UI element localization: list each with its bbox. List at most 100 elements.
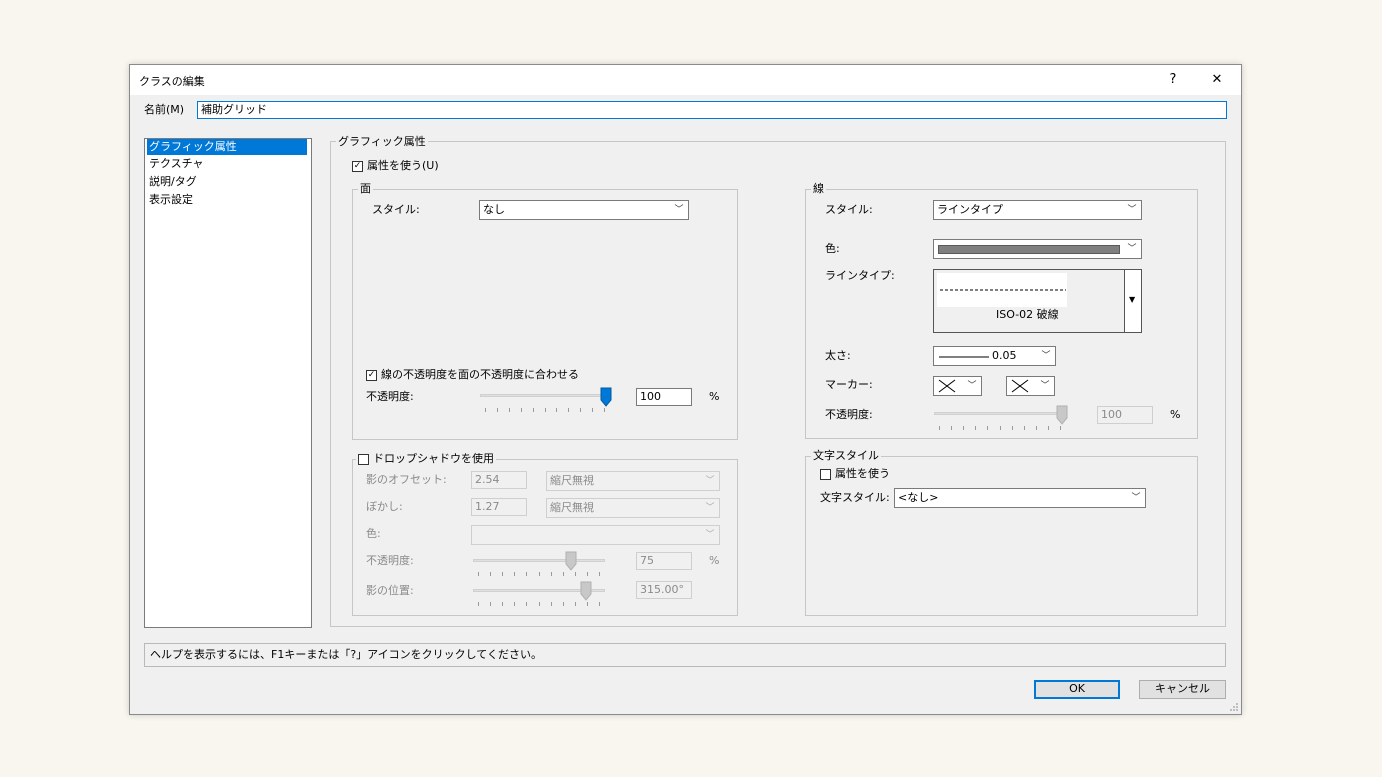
fill-opacity-label: 不透明度: — [366, 390, 414, 403]
category-list[interactable]: グラフィック属性 テクスチャ 説明/タグ 表示設定 — [144, 138, 312, 628]
chevron-down-icon: ﹀ — [967, 381, 977, 391]
slider-tick — [987, 426, 988, 430]
category-item-display[interactable]: 表示設定 — [147, 192, 307, 208]
dialog-title: クラスの編集 — [139, 75, 205, 88]
name-label: 名前(M) — [144, 103, 185, 116]
slider-tick — [963, 426, 964, 430]
text-style-combo[interactable]: <なし> ﹀ — [894, 488, 1146, 508]
match-opacity-checkbox[interactable]: ✓ — [366, 370, 377, 381]
fill-opacity-unit: % — [709, 390, 720, 403]
shadow-angle-label: 影の位置: — [366, 584, 414, 597]
shadow-offset-input[interactable]: 2.54 — [471, 471, 527, 489]
shadow-opacity-input[interactable]: 75 — [636, 552, 692, 570]
slider-tick — [1012, 426, 1013, 430]
dashed-line-icon — [940, 289, 1066, 291]
shadow-blur-mode-combo[interactable]: 縮尺無視 ﹀ — [546, 498, 720, 518]
slider-thumb[interactable] — [580, 581, 592, 601]
resize-grip-icon[interactable] — [1229, 702, 1239, 712]
slider-tick — [497, 408, 498, 412]
shadow-offset-label: 影のオフセット: — [366, 473, 447, 486]
category-item-graphic[interactable]: グラフィック属性 — [147, 139, 307, 155]
slider-tick — [580, 408, 581, 412]
slider-tick — [568, 408, 569, 412]
slider-thumb[interactable] — [565, 551, 577, 571]
shadow-checkbox[interactable] — [358, 454, 369, 465]
shadow-opacity-label: 不透明度: — [366, 554, 414, 567]
line-style-value: ラインタイプ — [937, 203, 1003, 216]
linetype-picker[interactable]: ISO-02 破線 ▼ — [933, 269, 1142, 333]
shadow-opacity-slider[interactable] — [473, 551, 605, 576]
text-style-use-checkbox[interactable] — [820, 469, 831, 480]
slider-tick — [545, 408, 546, 412]
end-marker-combo[interactable]: ﹀ — [1006, 376, 1055, 396]
slider-tick — [1036, 426, 1037, 430]
chevron-down-icon: ﹀ — [705, 476, 715, 486]
fill-opacity-slider[interactable] — [480, 387, 612, 412]
slider-tick — [975, 426, 976, 430]
shadow-angle-slider[interactable] — [473, 581, 605, 606]
line-color-label: 色: — [825, 242, 840, 255]
slider-tick — [551, 572, 552, 576]
use-attributes-checkbox[interactable]: ✓ — [352, 161, 363, 172]
linetype-label: ラインタイプ: — [825, 269, 895, 282]
slider-tick — [575, 602, 576, 606]
shadow-label: ドロップシャドウを使用 — [373, 452, 494, 465]
text-style-group-title: 文字スタイル — [811, 449, 881, 462]
slider-tick — [551, 602, 552, 606]
slider-tick — [1000, 426, 1001, 430]
slider-tick — [514, 572, 515, 576]
slider-tick — [539, 602, 540, 606]
slider-tick — [604, 408, 605, 412]
slider-thumb[interactable] — [600, 387, 612, 407]
slider-tick — [526, 602, 527, 606]
line-weight-value: 0.05 — [992, 349, 1017, 362]
start-marker-combo[interactable]: ﹀ — [933, 376, 982, 396]
category-item-description[interactable]: 説明/タグ — [147, 174, 307, 190]
match-opacity-label: 線の不透明度を面の不透明度に合わせる — [381, 368, 579, 381]
use-attributes-label: 属性を使う(U) — [367, 159, 439, 172]
text-style-use-label: 属性を使う — [835, 467, 890, 480]
slider-tick — [592, 408, 593, 412]
slider-tick — [478, 572, 479, 576]
slider-tick — [526, 572, 527, 576]
chevron-down-icon: ﹀ — [705, 503, 715, 513]
linetype-preview — [937, 273, 1067, 307]
slider-tick — [539, 572, 540, 576]
category-item-texture[interactable]: テクスチャ — [147, 156, 307, 172]
slider-ticks — [485, 408, 605, 412]
line-opacity-unit: % — [1170, 408, 1181, 421]
shadow-offset-mode-combo[interactable]: 縮尺無視 ﹀ — [546, 471, 720, 491]
slider-tick — [509, 408, 510, 412]
help-icon: ? — [1169, 72, 1177, 87]
chevron-down-icon: ﹀ — [1040, 381, 1050, 391]
chevron-down-icon: ﹀ — [1131, 493, 1141, 503]
line-opacity-input[interactable]: 100 — [1097, 406, 1153, 424]
slider-tick — [1048, 426, 1049, 430]
shadow-angle-input[interactable]: 315.00° — [636, 581, 692, 599]
shadow-blur-input[interactable]: 1.27 — [471, 498, 527, 516]
ok-button[interactable]: OK — [1034, 680, 1120, 699]
linetype-dropdown-button[interactable]: ▼ — [1124, 270, 1141, 332]
line-color-combo[interactable]: ﹀ — [933, 239, 1142, 259]
shadow-blur-mode-value: 縮尺無視 — [550, 501, 594, 514]
title-bar: クラスの編集 ? ✕ — [130, 65, 1241, 95]
slider-tick — [502, 572, 503, 576]
line-style-combo[interactable]: ラインタイプ ﹀ — [933, 200, 1142, 220]
line-weight-combo[interactable]: 0.05 ﹀ — [933, 346, 1056, 366]
slider-tick — [587, 572, 588, 576]
checkmark-icon: ✓ — [353, 161, 362, 171]
shadow-opacity-unit: % — [709, 554, 720, 567]
cancel-button[interactable]: キャンセル — [1139, 680, 1226, 699]
shadow-color-combo[interactable]: ﹀ — [471, 525, 720, 545]
slider-tick — [939, 426, 940, 430]
help-button[interactable]: ? — [1153, 65, 1193, 95]
line-opacity-slider[interactable] — [934, 405, 1068, 430]
slider-tick — [563, 572, 564, 576]
fill-style-combo[interactable]: なし ﹀ — [479, 200, 689, 220]
slider-thumb[interactable] — [1056, 405, 1068, 425]
fill-opacity-input[interactable]: 100 — [636, 388, 692, 406]
marker-label: マーカー: — [825, 378, 873, 391]
slider-track — [473, 559, 605, 562]
close-button[interactable]: ✕ — [1197, 65, 1237, 95]
name-input[interactable]: 補助グリッド — [197, 101, 1227, 119]
